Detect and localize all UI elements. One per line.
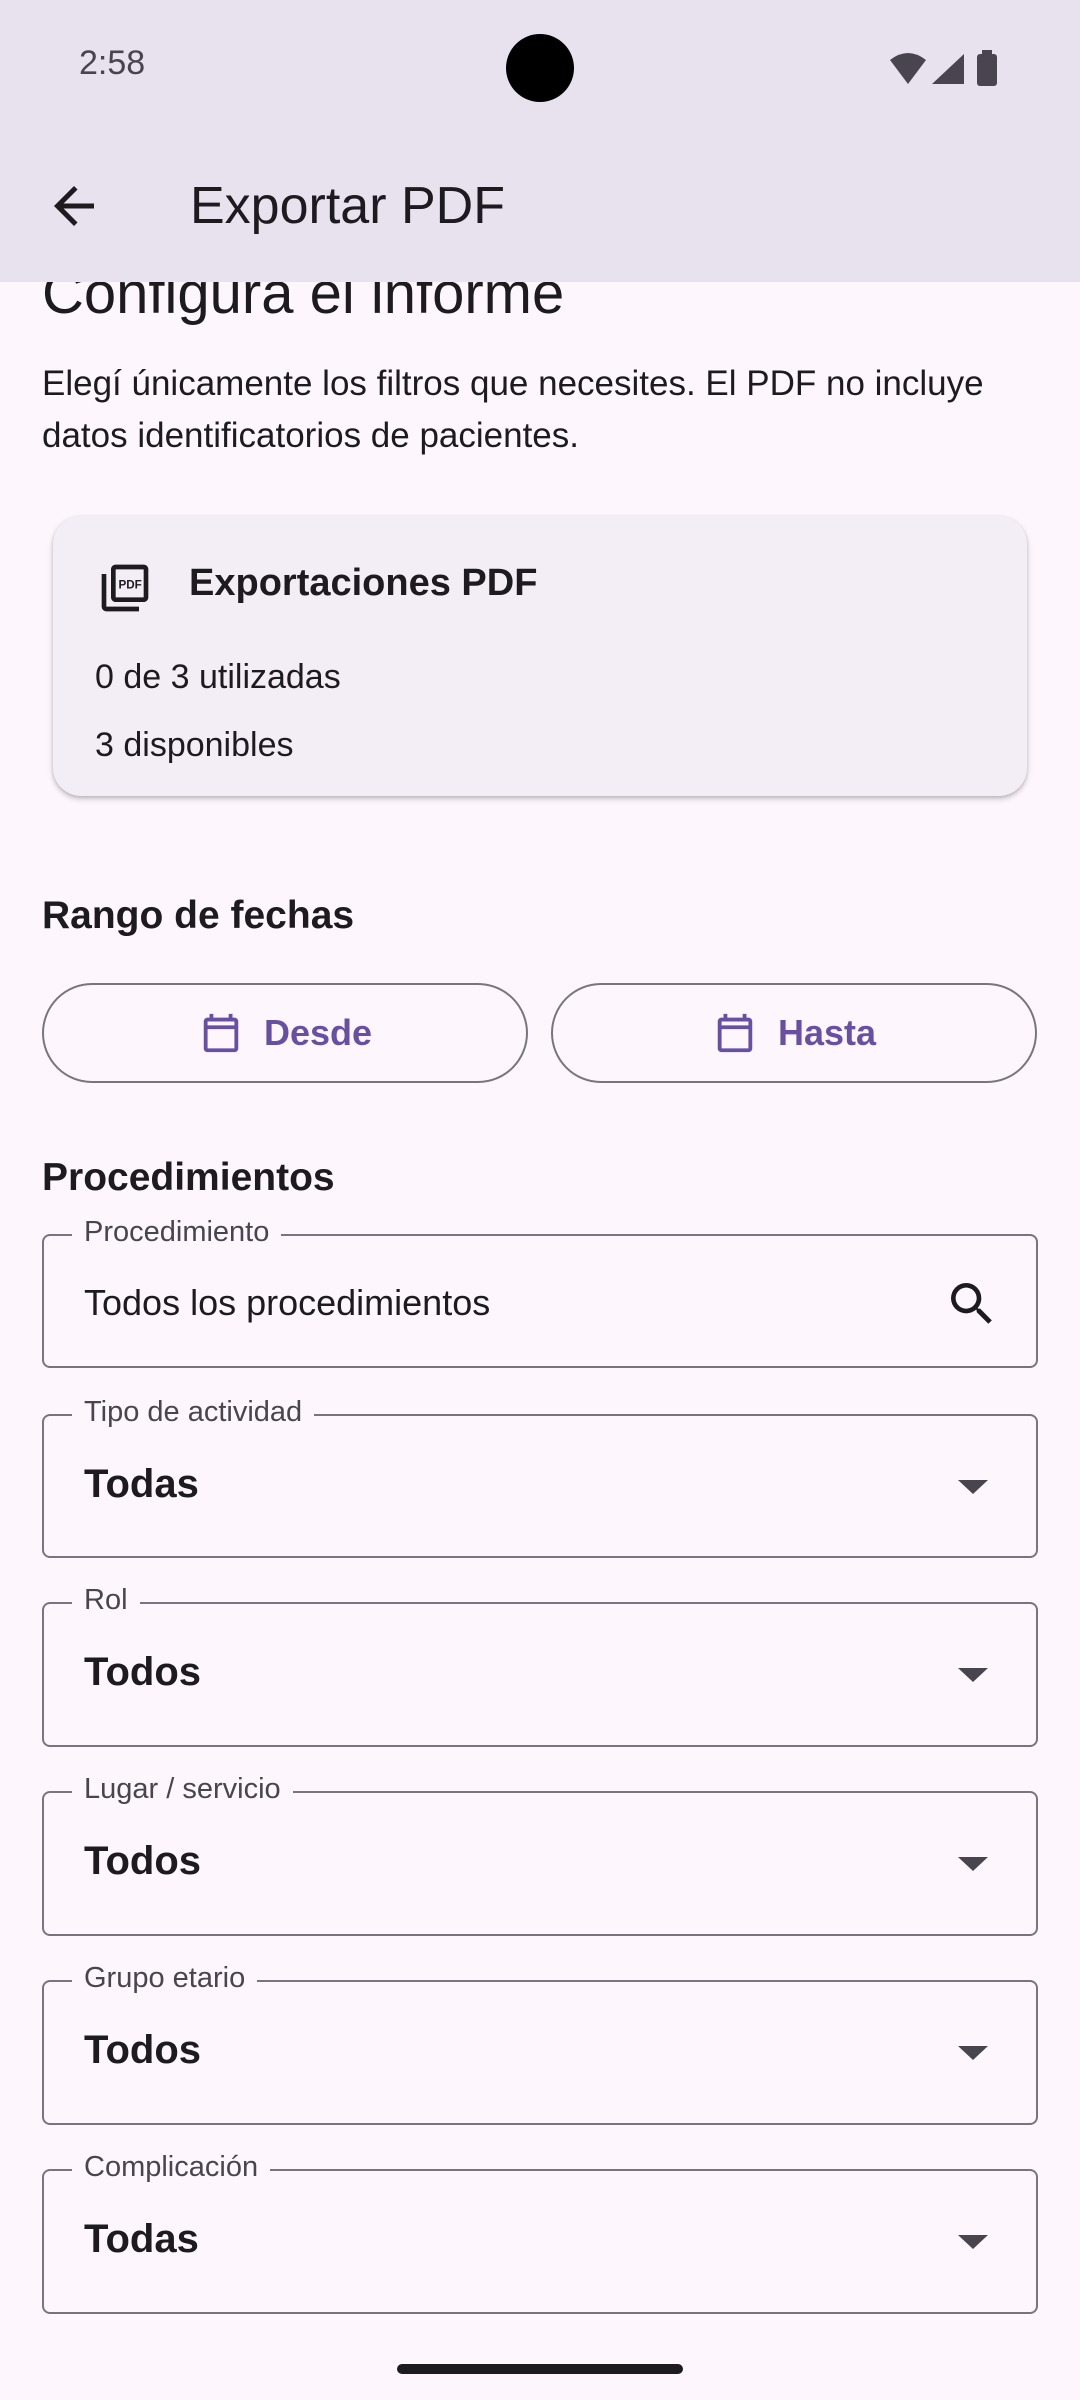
app-title: Exportar PDF <box>190 177 505 235</box>
procedures-title: Procedimientos <box>42 1156 335 1199</box>
content-scroll[interactable]: Configura el informe Elegí únicamente lo… <box>0 282 1080 2400</box>
dropdown-arrow-icon <box>958 2235 988 2249</box>
wifi-icon <box>890 53 926 84</box>
role-dropdown[interactable]: Rol Todos <box>42 1584 1038 1747</box>
age-group-value: Todos <box>84 2028 202 2072</box>
status-bar: 2:58 <box>0 0 1080 136</box>
procedure-search-field[interactable]: Procedimiento Todos los procedimientos <box>42 1216 1038 1368</box>
activity-type-label: Tipo de actividad <box>72 1396 315 1429</box>
activity-type-dropdown[interactable]: Tipo de actividad Todas <box>42 1396 1038 1558</box>
date-to-label: Hasta <box>777 1012 877 1053</box>
complication-value: Todas <box>84 2217 199 2261</box>
dropdown-arrow-icon <box>958 1857 988 1871</box>
procedure-field-label: Procedimiento <box>72 1216 282 1249</box>
place-value: Todos <box>84 1839 202 1883</box>
search-icon[interactable] <box>944 1276 1000 1332</box>
date-from-button[interactable]: Desde <box>42 983 528 1083</box>
status-time: 2:58 <box>79 44 146 82</box>
procedure-field-value: Todos los procedimientos <box>84 1282 491 1323</box>
available-count: 3 disponibles <box>95 726 294 764</box>
dropdown-arrow-icon <box>958 1480 988 1494</box>
complication-dropdown[interactable]: Complicación Todas <box>42 2151 1038 2314</box>
age-group-label: Grupo etario <box>72 1962 258 1995</box>
page-description: Elegí únicamente los filtros que necesit… <box>42 364 984 455</box>
date-from-label: Desde <box>263 1012 373 1053</box>
dropdown-arrow-icon <box>958 2046 988 2060</box>
page-heading: Configura el informe <box>42 282 565 326</box>
camera-cutout <box>506 34 574 102</box>
card-title: Exportaciones PDF <box>189 562 538 604</box>
app-bar: Exportar PDF <box>0 136 1080 282</box>
complication-label: Complicación <box>72 2151 271 2184</box>
calendar-icon <box>203 1013 239 1053</box>
activity-type-value: Todas <box>84 1462 199 1506</box>
date-to-button[interactable]: Hasta <box>551 983 1037 1083</box>
export-quota-card: PDF Exportaciones PDF 0 de 3 utilizadas … <box>53 516 1027 796</box>
date-range-title: Rango de fechas <box>42 894 355 937</box>
place-label: Lugar / servicio <box>72 1773 293 1806</box>
status-icons <box>890 50 997 86</box>
place-dropdown[interactable]: Lugar / servicio Todos <box>42 1773 1038 1936</box>
usage-count: 0 de 3 utilizadas <box>95 658 341 696</box>
dropdown-arrow-icon <box>958 1668 988 1682</box>
calendar-icon <box>717 1013 753 1053</box>
role-value: Todos <box>84 1650 202 1694</box>
role-label: Rol <box>72 1584 140 1617</box>
svg-text:PDF: PDF <box>118 579 141 592</box>
pdf-icon: PDF <box>101 564 149 612</box>
battery-icon <box>977 50 997 86</box>
home-indicator[interactable] <box>397 2364 683 2374</box>
arrow-back-icon[interactable] <box>44 176 104 236</box>
age-group-dropdown[interactable]: Grupo etario Todos <box>42 1962 1038 2125</box>
signal-icon <box>932 54 964 84</box>
